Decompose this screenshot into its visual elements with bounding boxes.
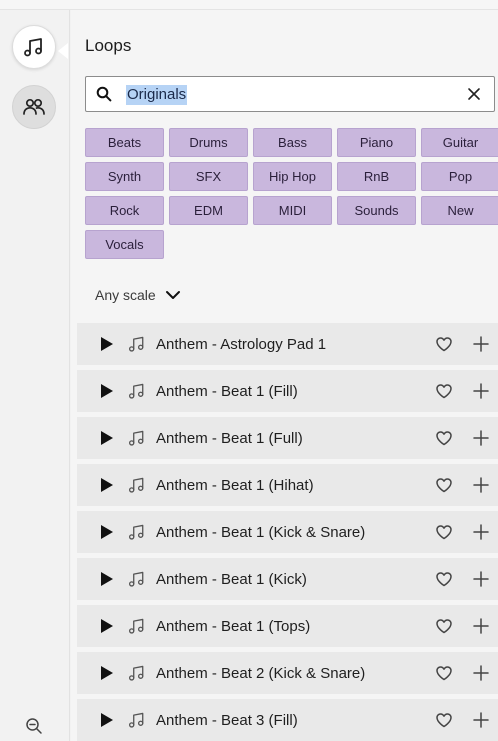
add-icon[interactable] — [472, 664, 490, 682]
heart-icon[interactable] — [435, 430, 453, 446]
add-icon[interactable] — [472, 711, 490, 729]
tag-piano[interactable]: Piano — [337, 128, 416, 157]
add-icon[interactable] — [472, 335, 490, 353]
tag-sfx[interactable]: SFX — [169, 162, 248, 191]
tag-hip-hop[interactable]: Hip Hop — [253, 162, 332, 191]
tag-guitar[interactable]: Guitar — [421, 128, 498, 157]
loop-name: Anthem - Beat 1 (Full) — [156, 429, 303, 447]
loop-name: Anthem - Beat 1 (Tops) — [156, 617, 311, 635]
music-note-icon — [128, 383, 144, 399]
add-icon[interactable] — [472, 382, 490, 400]
heart-icon[interactable] — [435, 665, 453, 681]
play-icon[interactable] — [100, 665, 114, 681]
tag-synth[interactable]: Synth — [85, 162, 164, 191]
tag-rock[interactable]: Rock — [85, 196, 164, 225]
scale-filter-label: Any scale — [95, 287, 156, 303]
music-note-icon — [128, 477, 144, 493]
list-item[interactable]: Anthem - Beat 1 (Full) — [77, 417, 498, 459]
play-icon[interactable] — [100, 571, 114, 587]
music-note-icon — [128, 618, 144, 634]
loop-name: Anthem - Beat 1 (Kick & Snare) — [156, 523, 366, 541]
list-item[interactable]: Anthem - Beat 3 (Fill) — [77, 699, 498, 741]
chevron-down-icon — [165, 291, 180, 299]
rail-active-pointer — [58, 43, 68, 59]
loop-name: Anthem - Beat 1 (Fill) — [156, 382, 298, 400]
list-item[interactable]: Anthem - Beat 1 (Hihat) — [77, 464, 498, 506]
tag-sounds[interactable]: Sounds — [337, 196, 416, 225]
music-note-icon — [128, 712, 144, 728]
list-item[interactable]: Anthem - Beat 2 (Kick & Snare) — [77, 652, 498, 694]
tag-pop[interactable]: Pop — [421, 162, 498, 191]
tag-beats[interactable]: Beats — [85, 128, 164, 157]
heart-icon[interactable] — [435, 383, 453, 399]
loop-name: Anthem - Beat 1 (Hihat) — [156, 476, 314, 494]
loop-name: Anthem - Astrology Pad 1 — [156, 335, 327, 353]
play-icon[interactable] — [100, 477, 114, 493]
list-item[interactable]: Anthem - Beat 1 (Tops) — [77, 605, 498, 647]
users-icon — [23, 98, 45, 115]
music-note-icon — [128, 524, 144, 540]
panel-title: Loops — [85, 36, 132, 55]
close-icon[interactable] — [466, 86, 482, 102]
scale-filter-dropdown[interactable]: Any scale — [95, 287, 181, 303]
music-note-icon — [128, 571, 144, 587]
play-icon[interactable] — [100, 524, 114, 540]
play-icon[interactable] — [100, 430, 114, 446]
play-icon[interactable] — [100, 383, 114, 399]
play-icon[interactable] — [100, 712, 114, 728]
category-tags: Beats Drums Bass Piano Guitar Synth SFX … — [85, 128, 498, 259]
search-icon — [96, 86, 112, 102]
play-icon[interactable] — [100, 618, 114, 634]
tag-midi[interactable]: MIDI — [253, 196, 332, 225]
add-icon[interactable] — [472, 476, 490, 494]
add-icon[interactable] — [472, 523, 490, 541]
heart-icon[interactable] — [435, 524, 453, 540]
play-icon[interactable] — [100, 336, 114, 352]
add-icon[interactable] — [472, 570, 490, 588]
loop-list: Anthem - Astrology Pad 1 Anthem - Beat 1… — [77, 323, 498, 741]
rail-collab-button[interactable] — [12, 85, 56, 129]
loops-panel: Loops Originals Beats Drums Bass Piano G… — [71, 10, 498, 741]
rail-loops-button[interactable] — [12, 25, 56, 69]
tag-new[interactable]: New — [421, 196, 498, 225]
tag-drums[interactable]: Drums — [169, 128, 248, 157]
heart-icon[interactable] — [435, 618, 453, 634]
music-note-icon — [128, 430, 144, 446]
music-note-icon — [128, 665, 144, 681]
zoom-out-icon[interactable] — [25, 717, 43, 735]
list-item[interactable]: Anthem - Beat 1 (Kick & Snare) — [77, 511, 498, 553]
tag-rnb[interactable]: RnB — [337, 162, 416, 191]
heart-icon[interactable] — [435, 712, 453, 728]
heart-icon[interactable] — [435, 477, 453, 493]
side-rail — [0, 10, 70, 741]
tag-edm[interactable]: EDM — [169, 196, 248, 225]
search-box[interactable]: Originals — [85, 76, 495, 112]
search-input[interactable]: Originals — [126, 85, 188, 105]
add-icon[interactable] — [472, 429, 490, 447]
list-item[interactable]: Anthem - Beat 1 (Kick) — [77, 558, 498, 600]
list-item[interactable]: Anthem - Astrology Pad 1 — [77, 323, 498, 365]
top-strip — [0, 0, 498, 10]
loop-name: Anthem - Beat 3 (Fill) — [156, 711, 298, 729]
heart-icon[interactable] — [435, 571, 453, 587]
music-note-icon — [24, 38, 42, 57]
loop-name: Anthem - Beat 1 (Kick) — [156, 570, 307, 588]
tag-bass[interactable]: Bass — [253, 128, 332, 157]
tag-vocals[interactable]: Vocals — [85, 230, 164, 259]
heart-icon[interactable] — [435, 336, 453, 352]
loop-name: Anthem - Beat 2 (Kick & Snare) — [156, 664, 366, 682]
add-icon[interactable] — [472, 617, 490, 635]
music-note-icon — [128, 336, 144, 352]
list-item[interactable]: Anthem - Beat 1 (Fill) — [77, 370, 498, 412]
